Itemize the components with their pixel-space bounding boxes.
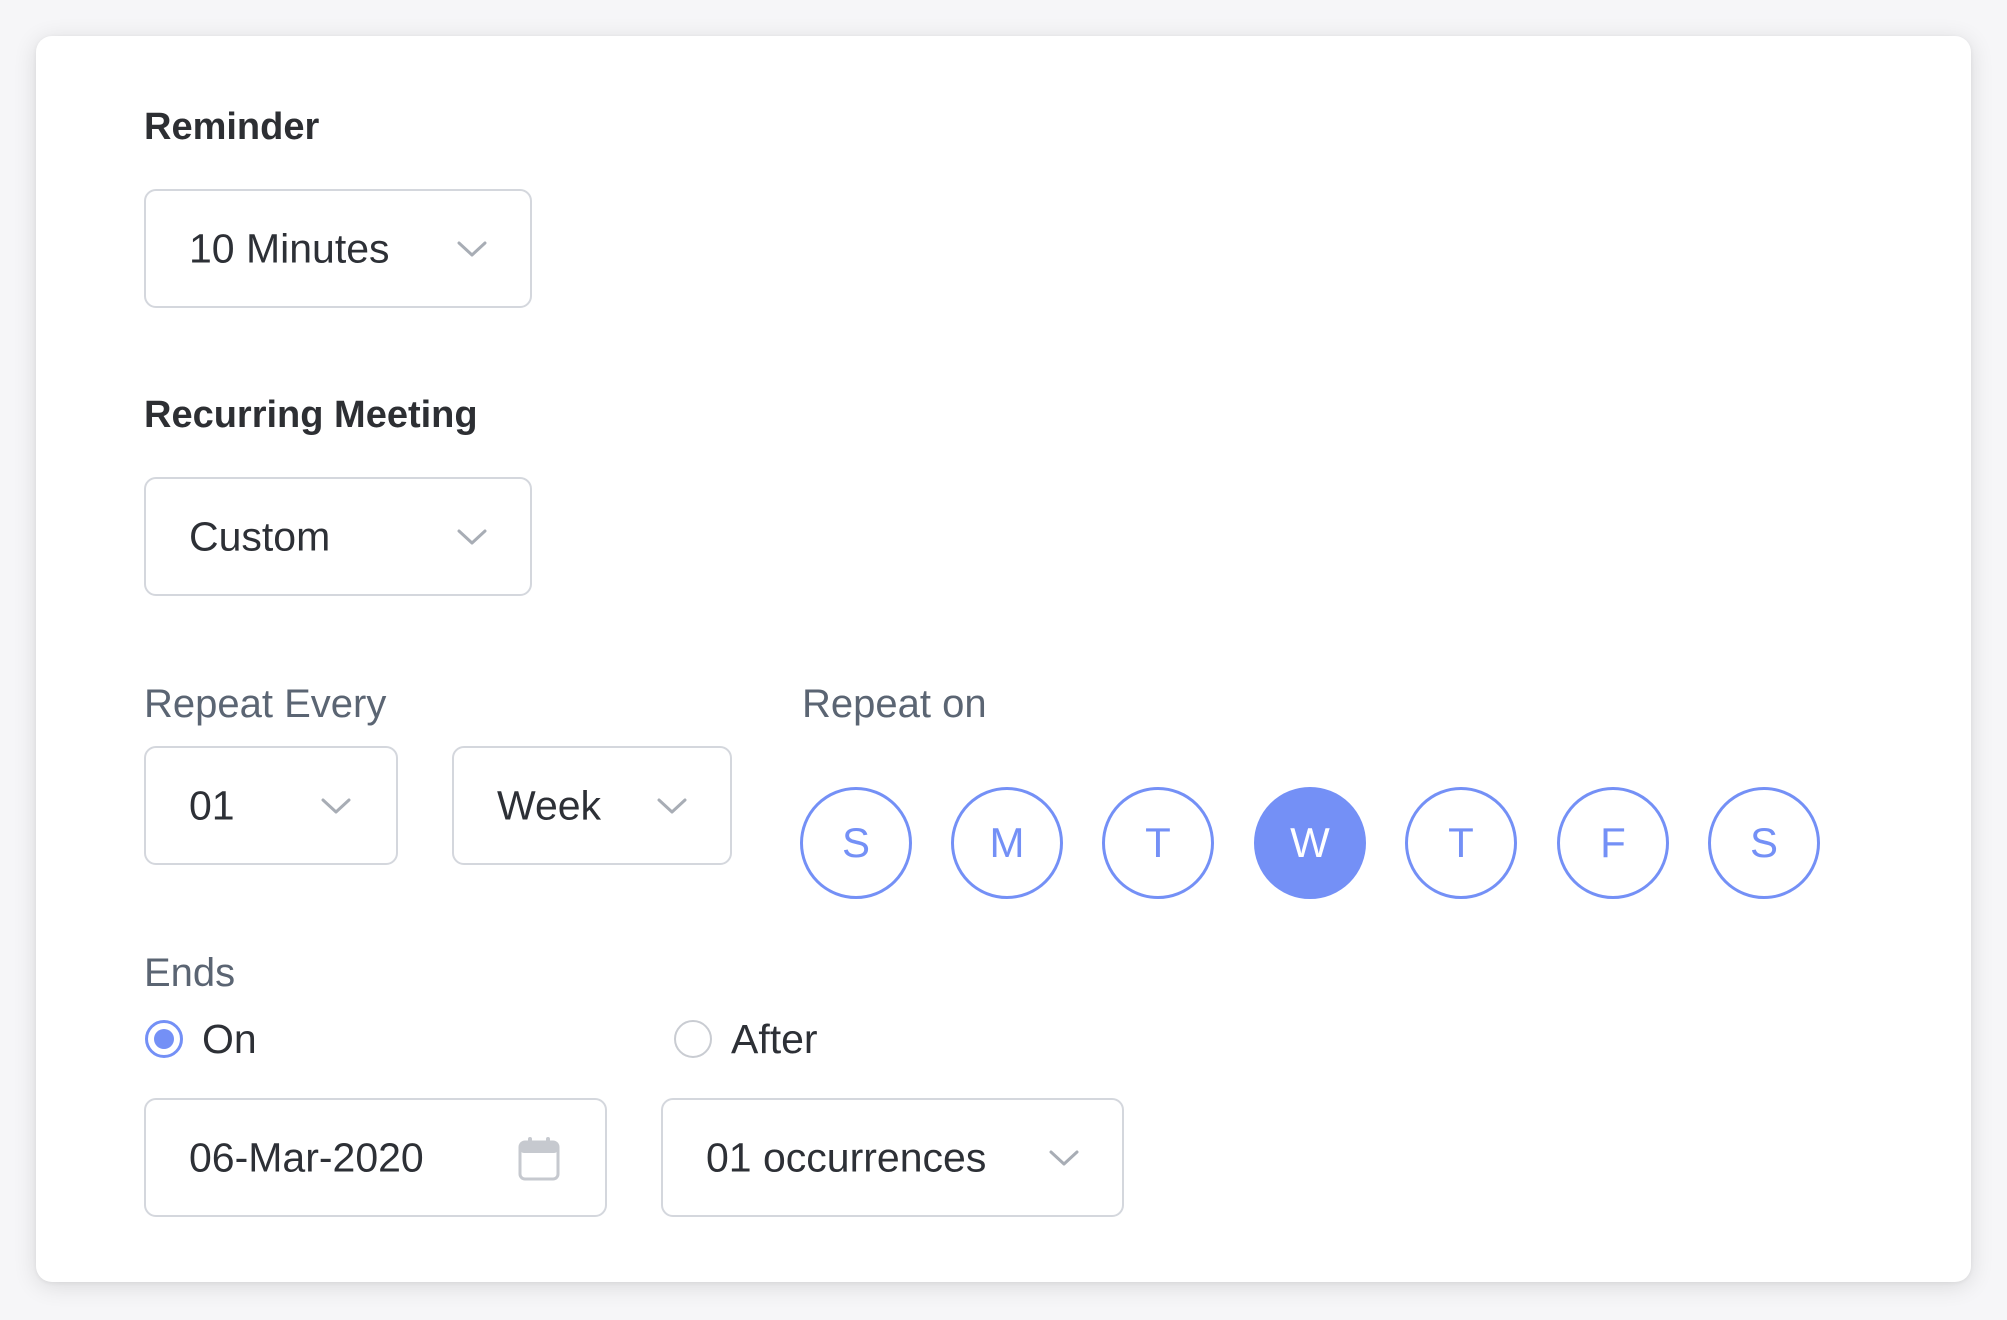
recurring-meeting-title: Recurring Meeting — [144, 394, 478, 436]
day-letter: W — [1290, 819, 1330, 866]
repeat-count-value: 01 — [189, 782, 235, 828]
end-date-field[interactable]: 06-Mar-2020 — [144, 1098, 607, 1217]
day-letter: S — [841, 819, 870, 866]
day-letter: F — [1600, 819, 1626, 866]
reminder-title: Reminder — [144, 106, 320, 148]
day-button-friday[interactable]: F — [1557, 787, 1669, 899]
day-button-saturday[interactable]: S — [1708, 787, 1820, 899]
recurring-meeting-select[interactable]: Custom — [144, 477, 532, 596]
day-letter: M — [989, 819, 1025, 866]
chevron-down-icon — [1049, 1150, 1079, 1165]
repeat-every-label: Repeat Every — [144, 682, 387, 726]
repeat-unit-value: Week — [497, 782, 602, 828]
day-letter: T — [1145, 819, 1171, 866]
occurrences-select[interactable]: 01 occurrences — [661, 1098, 1124, 1217]
day-letter: T — [1448, 819, 1474, 866]
reminder-select-value: 10 Minutes — [189, 225, 390, 271]
repeat-count-select[interactable]: 01 — [144, 746, 398, 865]
ends-after-label[interactable]: After — [731, 1016, 818, 1063]
ends-after-radio[interactable] — [674, 1020, 712, 1058]
day-button-sunday[interactable]: S — [800, 787, 912, 899]
repeat-unit-select[interactable]: Week — [452, 746, 732, 865]
chevron-down-icon — [657, 798, 687, 813]
day-button-tuesday[interactable]: T — [1102, 787, 1214, 899]
chevron-down-icon — [321, 798, 351, 813]
reminder-select[interactable]: 10 Minutes — [144, 189, 532, 308]
ends-on-label[interactable]: On — [202, 1016, 257, 1063]
day-letter: S — [1749, 819, 1778, 866]
day-button-monday[interactable]: M — [951, 787, 1063, 899]
day-button-thursday[interactable]: T — [1405, 787, 1517, 899]
ends-label: Ends — [144, 951, 236, 995]
end-date-value: 06-Mar-2020 — [189, 1134, 424, 1180]
calendar-icon[interactable] — [517, 1136, 561, 1182]
day-button-wednesday[interactable]: W — [1254, 787, 1366, 899]
meeting-settings-card: Reminder 10 Minutes Recurring Meeting Cu… — [36, 36, 1971, 1282]
ends-on-radio[interactable] — [145, 1020, 183, 1058]
chevron-down-icon — [457, 529, 487, 544]
repeat-on-label: Repeat on — [802, 682, 987, 726]
occurrences-value: 01 occurrences — [706, 1134, 987, 1180]
recurring-meeting-select-value: Custom — [189, 513, 331, 559]
chevron-down-icon — [457, 241, 487, 256]
